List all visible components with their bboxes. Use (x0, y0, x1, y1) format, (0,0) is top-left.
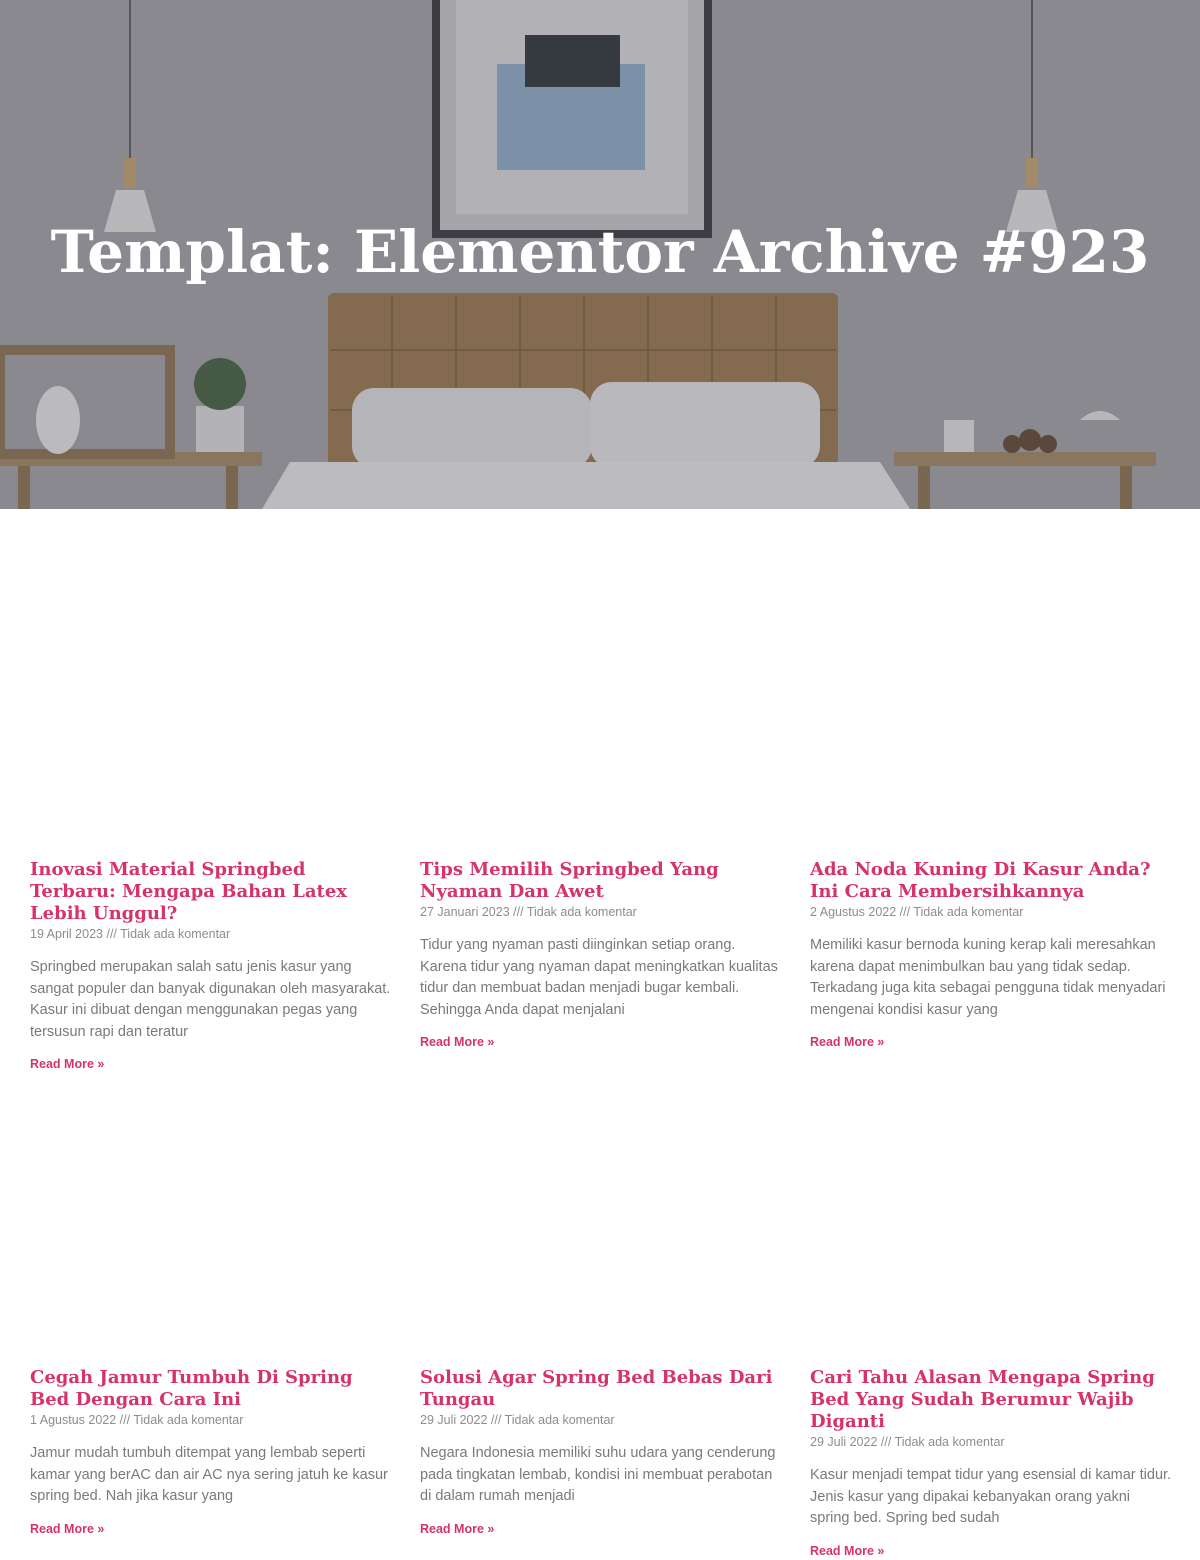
post-date: 29 Juli 2022 (420, 1413, 488, 1427)
post-comments: Tidak ada komentar (504, 1413, 615, 1427)
post-title-link[interactable]: Solusi Agar Spring Bed Bebas Dari Tungau (420, 1367, 782, 1411)
post-card: Ada Noda Kuning Di Kasur Anda? Ini Cara … (810, 539, 1172, 1051)
meta-separator: /// (106, 927, 117, 941)
post-comments: Tidak ada komentar (913, 905, 1024, 919)
post-thumbnail[interactable] (30, 539, 392, 859)
post-card: Cari Tahu Alasan Mengapa Spring Bed Yang… (810, 1047, 1172, 1560)
post-date: 1 Agustus 2022 (30, 1413, 117, 1427)
meta-separator: /// (490, 1413, 502, 1427)
archive-hero: Templat: Elementor Archive #923 (0, 0, 1200, 509)
post-title-link[interactable]: Cegah Jamur Tumbuh Di Spring Bed Dengan … (30, 1367, 392, 1411)
post-thumbnail[interactable] (30, 1047, 392, 1367)
post-excerpt: Tidur yang nyaman pasti diinginkan setia… (420, 937, 778, 1018)
post-date: 19 April 2023 (30, 927, 103, 941)
post-date: 27 Januari 2023 (420, 905, 510, 919)
post-title-link[interactable]: Tips Memilih Springbed Yang Nyaman Dan A… (420, 859, 782, 903)
read-more-link[interactable]: Read More » (420, 1522, 494, 1536)
post-meta: 1 Agustus 2022 /// Tidak ada komentar (30, 1412, 392, 1429)
post-date: 2 Agustus 2022 (810, 905, 897, 919)
post-excerpt: Jamur mudah tumbuh ditempat yang lembab … (30, 1445, 388, 1504)
post-meta: 29 Juli 2022 /// Tidak ada komentar (810, 1434, 1172, 1451)
post-comments: Tidak ada komentar (526, 905, 637, 919)
post-meta: 29 Juli 2022 /// Tidak ada komentar (420, 1412, 782, 1429)
post-title-link[interactable]: Ada Noda Kuning Di Kasur Anda? Ini Cara … (810, 859, 1172, 903)
post-card: Tips Memilih Springbed Yang Nyaman Dan A… (420, 539, 782, 1051)
post-comments: Tidak ada komentar (894, 1435, 1005, 1449)
post-excerpt: Springbed merupakan salah satu jenis kas… (30, 959, 391, 1040)
meta-separator: /// (880, 1435, 892, 1449)
post-title-link[interactable]: Inovasi Material Springbed Terbaru: Meng… (30, 859, 392, 925)
post-excerpt: Kasur menjadi tempat tidur yang esensial… (810, 1467, 1172, 1526)
archive-title: Templat: Elementor Archive #923 (50, 218, 1150, 286)
post-excerpt: Negara Indonesia memiliki suhu udara yan… (420, 1445, 776, 1504)
post-card: Inovasi Material Springbed Terbaru: Meng… (30, 539, 392, 1073)
post-card: Solusi Agar Spring Bed Bebas Dari Tungau… (420, 1047, 782, 1538)
read-more-link[interactable]: Read More » (810, 1544, 884, 1558)
post-thumbnail[interactable] (810, 539, 1172, 859)
post-card: Cegah Jamur Tumbuh Di Spring Bed Dengan … (30, 1047, 392, 1538)
post-title-link[interactable]: Cari Tahu Alasan Mengapa Spring Bed Yang… (810, 1367, 1172, 1433)
post-meta: 27 Januari 2023 /// Tidak ada komentar (420, 904, 782, 921)
post-comments: Tidak ada komentar (120, 927, 231, 941)
post-excerpt: Memiliki kasur bernoda kuning kerap kali… (810, 937, 1166, 1018)
meta-separator: /// (119, 1413, 131, 1427)
read-more-link[interactable]: Read More » (30, 1522, 104, 1536)
post-thumbnail[interactable] (420, 539, 782, 859)
meta-separator: /// (513, 905, 524, 919)
post-meta: 19 April 2023 /// Tidak ada komentar (30, 926, 392, 943)
post-thumbnail[interactable] (420, 1047, 782, 1367)
post-comments: Tidak ada komentar (133, 1413, 244, 1427)
meta-separator: /// (899, 905, 911, 919)
post-date: 29 Juli 2022 (810, 1435, 878, 1449)
post-meta: 2 Agustus 2022 /// Tidak ada komentar (810, 904, 1172, 921)
post-thumbnail[interactable] (810, 1047, 1172, 1367)
